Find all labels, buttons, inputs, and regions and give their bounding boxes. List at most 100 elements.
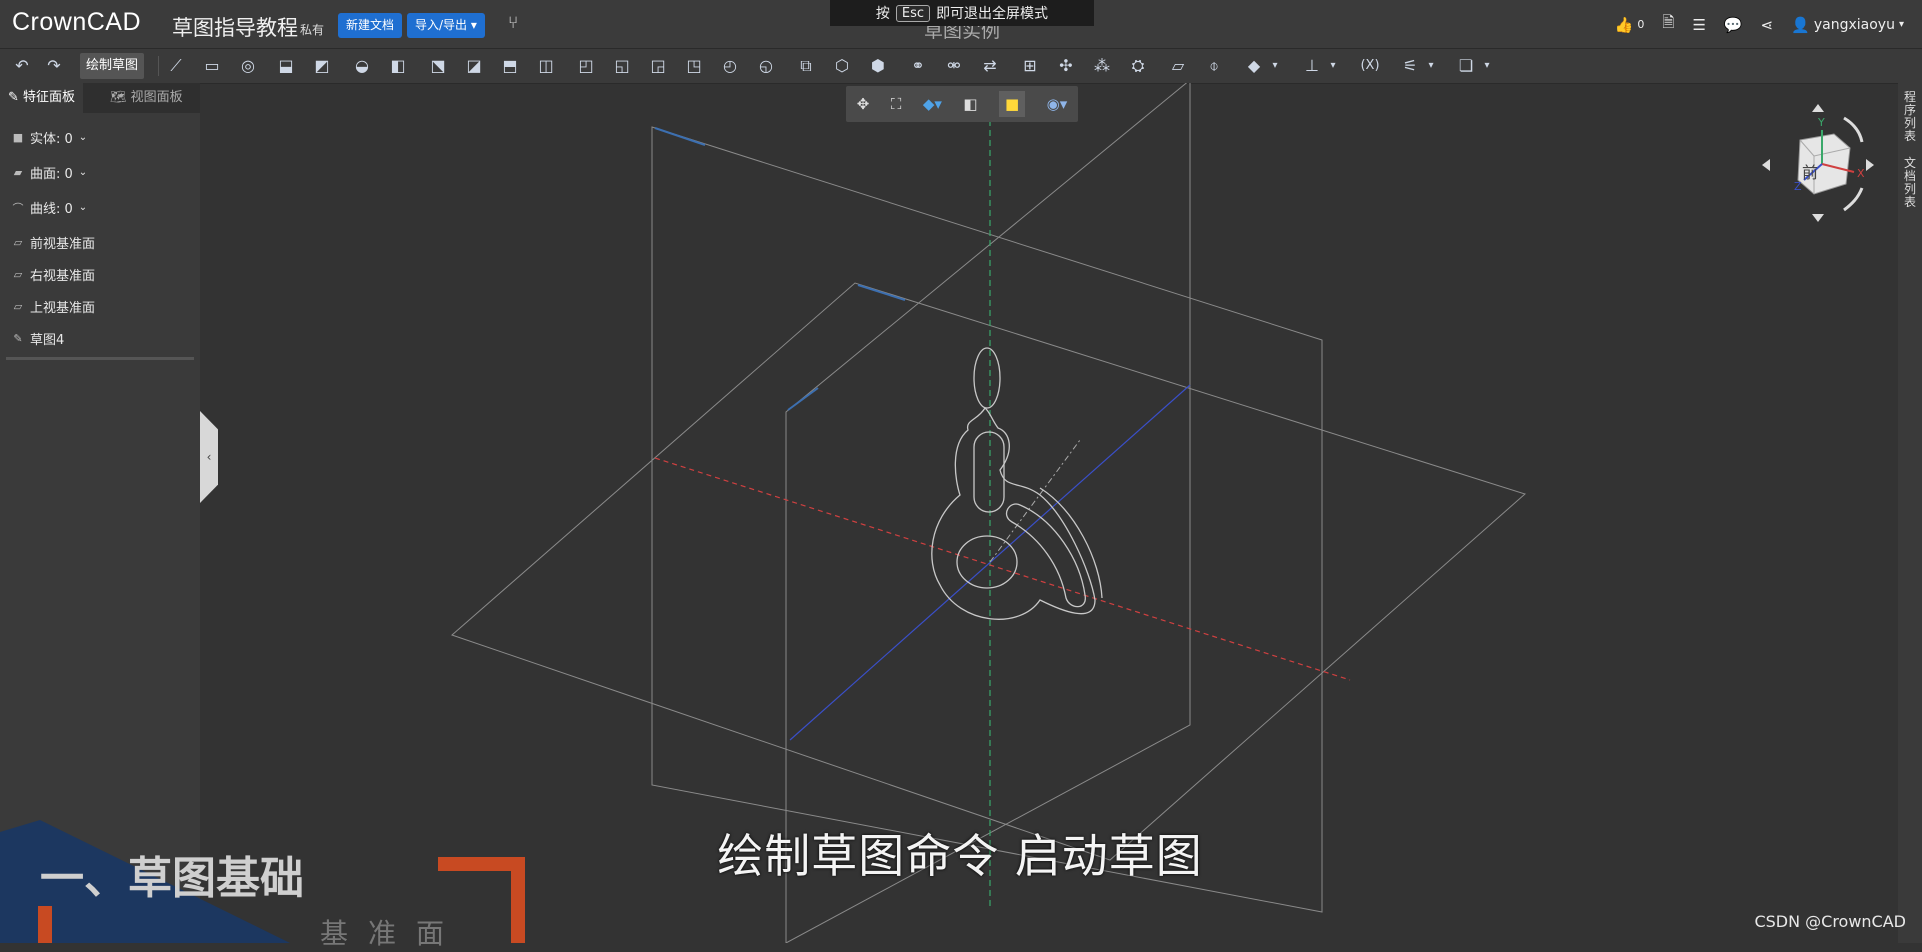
section-subtitle: 基准面: [320, 917, 465, 950]
circle-icon[interactable]: ◎: [234, 52, 262, 79]
tree-item-label: 实体: 0: [30, 132, 73, 147]
reference-axis-icon[interactable]: ⌽: [1200, 52, 1228, 79]
sketch-arc-slot: [1005, 503, 1086, 608]
redo-icon[interactable]: ↷: [40, 52, 68, 79]
surface-icon[interactable]: ◆: [1240, 52, 1268, 79]
privacy-label: 私有: [300, 23, 325, 37]
line-sketch-icon[interactable]: ⟋: [162, 52, 190, 79]
circular-pattern-icon[interactable]: ⚮: [940, 52, 968, 79]
coordinate-system-icon[interactable]: ⊥: [1298, 52, 1326, 79]
mirror-icon[interactable]: ⬢: [864, 52, 892, 79]
draw-sketch-button[interactable]: 绘制草图: [80, 53, 145, 79]
new-document-button[interactable]: 新建文档: [338, 13, 403, 38]
watermark: CSDN @CrownCAD: [1754, 912, 1906, 931]
move-body-icon[interactable]: ⇄: [976, 52, 1004, 79]
front-plane: [651, 126, 1323, 913]
loft-icon[interactable]: ◧: [384, 52, 412, 79]
tree-item-curves[interactable]: ⌒ 曲线: 0 ⌄: [12, 198, 88, 218]
tree-item-solids[interactable]: ■ 实体: 0 ⌄: [12, 128, 87, 147]
surface-icon: ▰: [13, 166, 23, 179]
cut-sweep-icon[interactable]: ⬒: [496, 52, 524, 79]
3d-viewport[interactable]: [200, 83, 1898, 943]
import-export-button[interactable]: 导入/导出 ▾: [407, 13, 485, 38]
procedure-list-tab[interactable]: 程序列表: [1902, 91, 1918, 143]
curve-icon: ⌒: [12, 201, 24, 215]
z-axis-line: [789, 384, 1191, 741]
comment-icon[interactable]: 💬: [1724, 16, 1743, 34]
tree-item-front-plane[interactable]: ⏥ 前视基准面: [12, 233, 95, 252]
assembly-icon[interactable]: ⛭: [1124, 52, 1152, 79]
toolbar-separator: [158, 56, 159, 76]
axis-x-label: X: [1857, 167, 1865, 180]
tree-item-top-plane[interactable]: ⏥ 上视基准面: [12, 297, 95, 316]
tree-item-surfaces[interactable]: ▰ 曲面: 0 ⌄: [12, 163, 87, 182]
tree-item-label: 前视基准面: [30, 237, 96, 252]
cut-extrude-icon[interactable]: ⬔: [424, 52, 452, 79]
point-icon[interactable]: ✣: [1052, 52, 1080, 79]
zoom-fit-icon[interactable]: ✥: [857, 95, 870, 113]
display-mode-icon[interactable]: ◉▾: [1047, 95, 1068, 113]
rib-icon[interactable]: ◳: [680, 52, 708, 79]
tree-item-right-plane[interactable]: ⏥ 右视基准面: [12, 265, 95, 284]
undo-icon[interactable]: ↶: [8, 52, 36, 79]
view-orientation-icon[interactable]: ◆▾: [923, 95, 942, 113]
display-style-icon[interactable]: ❏: [1452, 52, 1480, 79]
extrude-icon[interactable]: ⬓: [272, 52, 300, 79]
chevron-down-icon[interactable]: ▾: [1268, 52, 1282, 79]
tree-item-sketch4[interactable]: ✎ 草图4: [12, 329, 64, 348]
fullscreen-icon[interactable]: ⛶: [891, 95, 902, 113]
username: yangxiaoyu: [1813, 16, 1895, 33]
variable-button[interactable]: (X): [1354, 52, 1386, 79]
front-plane-label-mark: [654, 127, 706, 146]
measure-icon[interactable]: ⚟: [1396, 52, 1424, 79]
hole-icon[interactable]: ◴: [716, 52, 744, 79]
tree-item-label: 右视基准面: [30, 269, 96, 284]
fillet-icon[interactable]: ◰: [572, 52, 600, 79]
sweep-icon[interactable]: ◒: [348, 52, 376, 79]
draft-icon[interactable]: ◲: [644, 52, 672, 79]
linear-pattern-icon[interactable]: ⚭: [904, 52, 932, 79]
chamfer-icon[interactable]: ◱: [608, 52, 636, 79]
thumb-up-icon: 👍: [1614, 15, 1634, 34]
tab-feature-panel[interactable]: ✎ 特征面板: [0, 83, 84, 113]
chevron-down-icon[interactable]: ▾: [1424, 52, 1438, 79]
app-logo[interactable]: CrownCAD: [12, 8, 141, 37]
section-title: 一、草图基础: [40, 853, 304, 904]
tab-feature-panel-label: 特征面板: [23, 90, 76, 105]
x-axis-line: [654, 457, 1351, 681]
document-title[interactable]: 草图指导教程: [172, 12, 298, 42]
section-view-icon[interactable]: ◧: [963, 95, 977, 113]
map-icon: 🗺: [110, 90, 127, 105]
thread-icon[interactable]: ◵: [752, 52, 780, 79]
list-icon[interactable]: ☰: [1692, 16, 1705, 34]
document-list-tab[interactable]: 文档列表: [1902, 157, 1918, 209]
axis-y-label: Y: [1817, 116, 1825, 129]
chevron-down-icon: ▾: [1898, 19, 1904, 30]
cut-revolve-icon[interactable]: ◪: [460, 52, 488, 79]
tree-item-label: 曲线: 0: [30, 202, 73, 217]
like-button[interactable]: 👍 0: [1615, 16, 1645, 34]
chevron-down-icon[interactable]: ▾: [1326, 52, 1340, 79]
shaded-display-icon[interactable]: ■: [999, 91, 1026, 117]
branch-icon[interactable]: ⑂: [508, 13, 518, 33]
navigation-cube[interactable]: Y X Z 前: [1758, 100, 1878, 224]
main-toolbar: ↶ ↷ 绘制草图 ⟋ ▭ ◎ ⬓ ◩ ◒ ◧ ⬔ ◪ ⬒ ◫ ◰ ◱ ◲ ◳ ◴…: [0, 48, 1922, 84]
revolve-icon[interactable]: ◩: [308, 52, 336, 79]
user-menu[interactable]: 👤 yangxiaoyu ▾: [1791, 16, 1904, 34]
rotate-ccw-icon: [1843, 187, 1864, 212]
grid-icon[interactable]: ⊞: [1016, 52, 1044, 79]
shell-icon[interactable]: ◫: [532, 52, 560, 79]
document-icon[interactable]: 🗎: [1662, 12, 1674, 37]
tab-view-panel[interactable]: 🗺 视图面板: [102, 83, 191, 113]
video-subtitle: 绘制草图命令 启动草图: [717, 829, 1203, 883]
split-icon[interactable]: ⬡: [828, 52, 856, 79]
chevron-down-icon[interactable]: ▾: [1480, 52, 1494, 79]
user-icon: 👤: [1791, 15, 1810, 34]
combine-icon[interactable]: ⧉: [792, 52, 820, 79]
share-icon[interactable]: ⋖: [1761, 16, 1774, 34]
cube-front-label: 前: [1802, 163, 1818, 182]
esc-key: Esc: [895, 4, 931, 22]
node-icon[interactable]: ⁂: [1088, 52, 1116, 79]
rectangle-icon[interactable]: ▭: [198, 52, 226, 79]
reference-plane-icon[interactable]: ⏥: [1164, 52, 1192, 79]
